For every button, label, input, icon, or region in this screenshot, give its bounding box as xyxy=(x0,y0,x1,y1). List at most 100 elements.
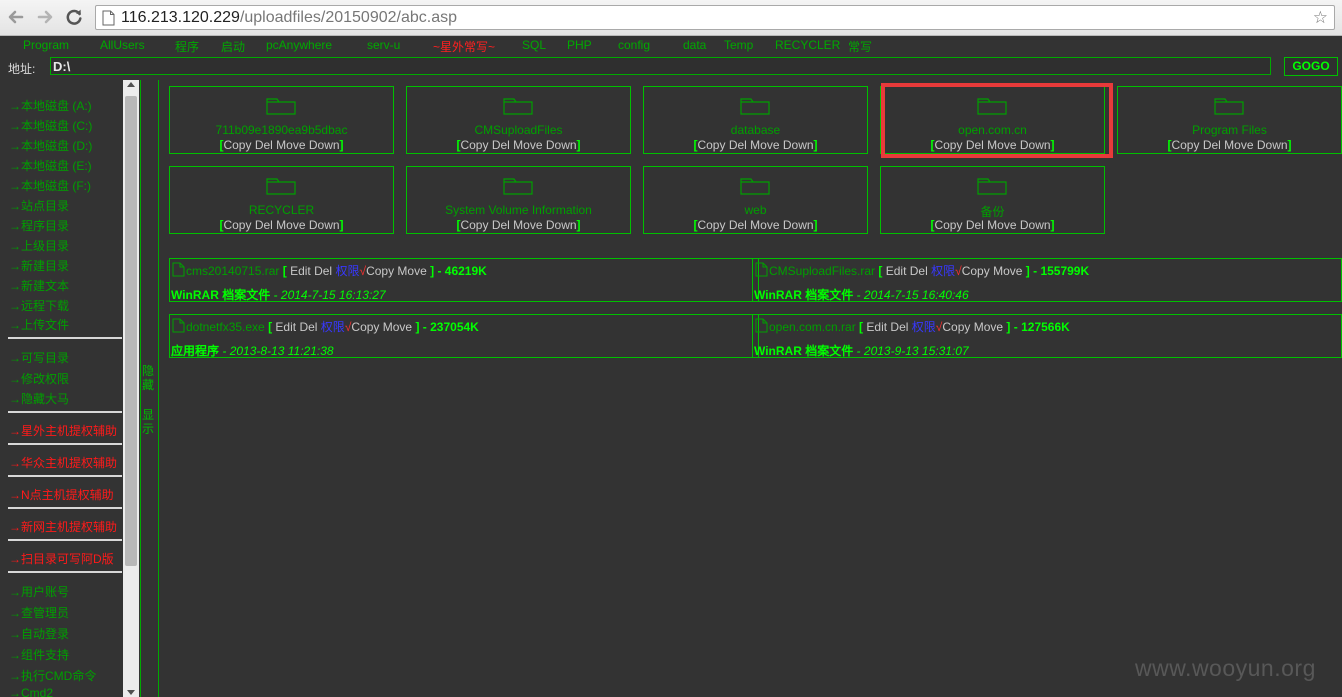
edit-link[interactable]: Edit xyxy=(866,320,887,334)
copy-link[interactable]: Copy xyxy=(351,320,379,334)
menu-data[interactable]: data xyxy=(683,38,706,52)
scroll-thumb[interactable] xyxy=(125,96,137,566)
download-link[interactable]: Down xyxy=(546,218,577,232)
download-link[interactable]: Down xyxy=(309,138,340,152)
menu-temp[interactable]: Temp xyxy=(724,38,753,52)
permission-link[interactable]: 权限 xyxy=(912,320,936,334)
link-writable-dir[interactable]: →可写目录 xyxy=(9,349,69,366)
delete-link[interactable]: Del xyxy=(299,320,317,334)
copy-link[interactable]: Copy xyxy=(962,264,990,278)
link-change-perm[interactable]: →修改权限 xyxy=(9,370,69,387)
link-drive-e[interactable]: →本地磁盘 (E:) xyxy=(9,157,92,174)
delete-link[interactable]: Del xyxy=(729,138,747,152)
menu-config[interactable]: config xyxy=(618,38,650,52)
link-upload-file[interactable]: →上传文件 xyxy=(9,316,69,333)
link-exec-cmd[interactable]: →执行CMD命令 xyxy=(9,667,96,684)
scroll-down-icon[interactable] xyxy=(127,690,135,695)
link-new-dir[interactable]: →新建目录 xyxy=(9,257,69,274)
left-panel-scrollbar[interactable] xyxy=(123,80,139,697)
show-panel-toggle[interactable]: 显示 xyxy=(142,408,156,436)
move-link[interactable]: Move xyxy=(513,138,542,152)
permission-link[interactable]: 权限 xyxy=(931,264,955,278)
link-drive-c[interactable]: →本地磁盘 (C:) xyxy=(9,117,92,134)
copy-link[interactable]: Copy xyxy=(934,218,962,232)
copy-link[interactable]: Copy xyxy=(697,138,725,152)
move-link[interactable]: Move xyxy=(750,218,779,232)
menu-servu[interactable]: serv-u xyxy=(367,38,400,52)
folder-card[interactable]: System Volume Information [Copy Del Move … xyxy=(406,166,631,234)
copy-link[interactable]: Copy xyxy=(697,218,725,232)
file-name[interactable]: CMSuploadFiles.rar xyxy=(769,264,875,278)
link-scan-writable[interactable]: →扫目录可写阿D版 xyxy=(9,550,114,567)
folder-name[interactable]: database xyxy=(644,123,867,137)
menu-php[interactable]: PHP xyxy=(567,38,592,52)
link-auto-login[interactable]: →自动登录 xyxy=(9,625,69,642)
folder-name[interactable]: CMSuploadFiles xyxy=(407,123,630,137)
forward-button[interactable] xyxy=(34,6,56,28)
link-program-dir[interactable]: →程序目录 xyxy=(9,217,69,234)
move-link[interactable]: Move xyxy=(397,264,426,278)
move-link[interactable]: Move xyxy=(993,264,1022,278)
file-name[interactable]: open.com.cn.rar xyxy=(769,320,856,334)
delete-link[interactable]: Del xyxy=(966,218,984,232)
menu-program[interactable]: Program xyxy=(23,38,69,52)
copy-link[interactable]: Copy xyxy=(223,218,251,232)
bookmark-star-icon[interactable]: ☆ xyxy=(1313,8,1328,28)
move-link[interactable]: Move xyxy=(974,320,1003,334)
link-cmd2[interactable]: →Cmd2 xyxy=(9,686,53,697)
copy-link[interactable]: Copy xyxy=(460,218,488,232)
link-admins[interactable]: →查管理员 xyxy=(9,604,69,621)
menu-writable[interactable]: 常写 xyxy=(848,38,872,55)
menu-pcanywhere[interactable]: pcAnywhere xyxy=(266,38,332,52)
copy-link[interactable]: Copy xyxy=(942,320,970,334)
folder-card[interactable]: 711b09e1890ea9b5dbac [Copy Del Move Down] xyxy=(169,86,394,154)
menu-sql[interactable]: SQL xyxy=(522,38,546,52)
folder-card[interactable]: 备份 [Copy Del Move Down] xyxy=(880,166,1105,234)
edit-link[interactable]: Edit xyxy=(290,264,311,278)
folder-card[interactable]: Program Files [Copy Del Move Down] xyxy=(1117,86,1342,154)
folder-card[interactable]: database [Copy Del Move Down] xyxy=(643,86,868,154)
link-new-text[interactable]: →新建文本 xyxy=(9,277,69,294)
permission-link[interactable]: 权限 xyxy=(321,320,345,334)
edit-link[interactable]: Edit xyxy=(886,264,907,278)
move-link[interactable]: Move xyxy=(750,138,779,152)
link-parent-dir[interactable]: →上级目录 xyxy=(9,237,69,254)
delete-link[interactable]: Del xyxy=(729,218,747,232)
link-huazhong-escalation[interactable]: →华众主机提权辅助 xyxy=(9,454,117,471)
move-link[interactable]: Move xyxy=(276,138,305,152)
download-link[interactable]: Down xyxy=(783,138,814,152)
link-components[interactable]: →组件支持 xyxy=(9,646,69,663)
download-link[interactable]: Down xyxy=(1020,218,1051,232)
delete-link[interactable]: Del xyxy=(1203,138,1221,152)
move-link[interactable]: Move xyxy=(1224,138,1253,152)
delete-link[interactable]: Del xyxy=(255,138,273,152)
download-link[interactable]: Down xyxy=(1257,138,1288,152)
menu-startup[interactable]: 启动 xyxy=(221,38,245,55)
move-link[interactable]: Move xyxy=(383,320,412,334)
menu-recycler[interactable]: RECYCLER xyxy=(775,38,840,52)
gogo-button[interactable]: GOGO xyxy=(1284,57,1338,76)
move-link[interactable]: Move xyxy=(513,218,542,232)
path-input[interactable]: D:\ xyxy=(50,57,1271,75)
folder-card[interactable]: web [Copy Del Move Down] xyxy=(643,166,868,234)
delete-link[interactable]: Del xyxy=(255,218,273,232)
link-drive-d[interactable]: →本地磁盘 (D:) xyxy=(9,137,92,154)
permission-link[interactable]: 权限 xyxy=(335,264,359,278)
link-drive-f[interactable]: →本地磁盘 (F:) xyxy=(9,177,91,194)
delete-link[interactable]: Del xyxy=(890,320,908,334)
move-link[interactable]: Move xyxy=(276,218,305,232)
reload-button[interactable] xyxy=(63,6,85,28)
folder-card[interactable]: CMSuploadFiles [Copy Del Move Down] xyxy=(406,86,631,154)
link-remote-download[interactable]: →远程下载 xyxy=(9,297,69,314)
edit-link[interactable]: Edit xyxy=(275,320,296,334)
folder-card[interactable]: RECYCLER [Copy Del Move Down] xyxy=(169,166,394,234)
menu-xingwai[interactable]: ~星外常写~ xyxy=(433,38,495,55)
file-name[interactable]: cms20140715.rar xyxy=(186,264,279,278)
move-link[interactable]: Move xyxy=(987,218,1016,232)
scroll-up-icon[interactable] xyxy=(127,82,135,87)
back-button[interactable] xyxy=(5,6,27,28)
copy-link[interactable]: Copy xyxy=(1171,138,1199,152)
delete-link[interactable]: Del xyxy=(314,264,332,278)
folder-name[interactable]: System Volume Information xyxy=(407,203,630,217)
download-link[interactable]: Down xyxy=(783,218,814,232)
